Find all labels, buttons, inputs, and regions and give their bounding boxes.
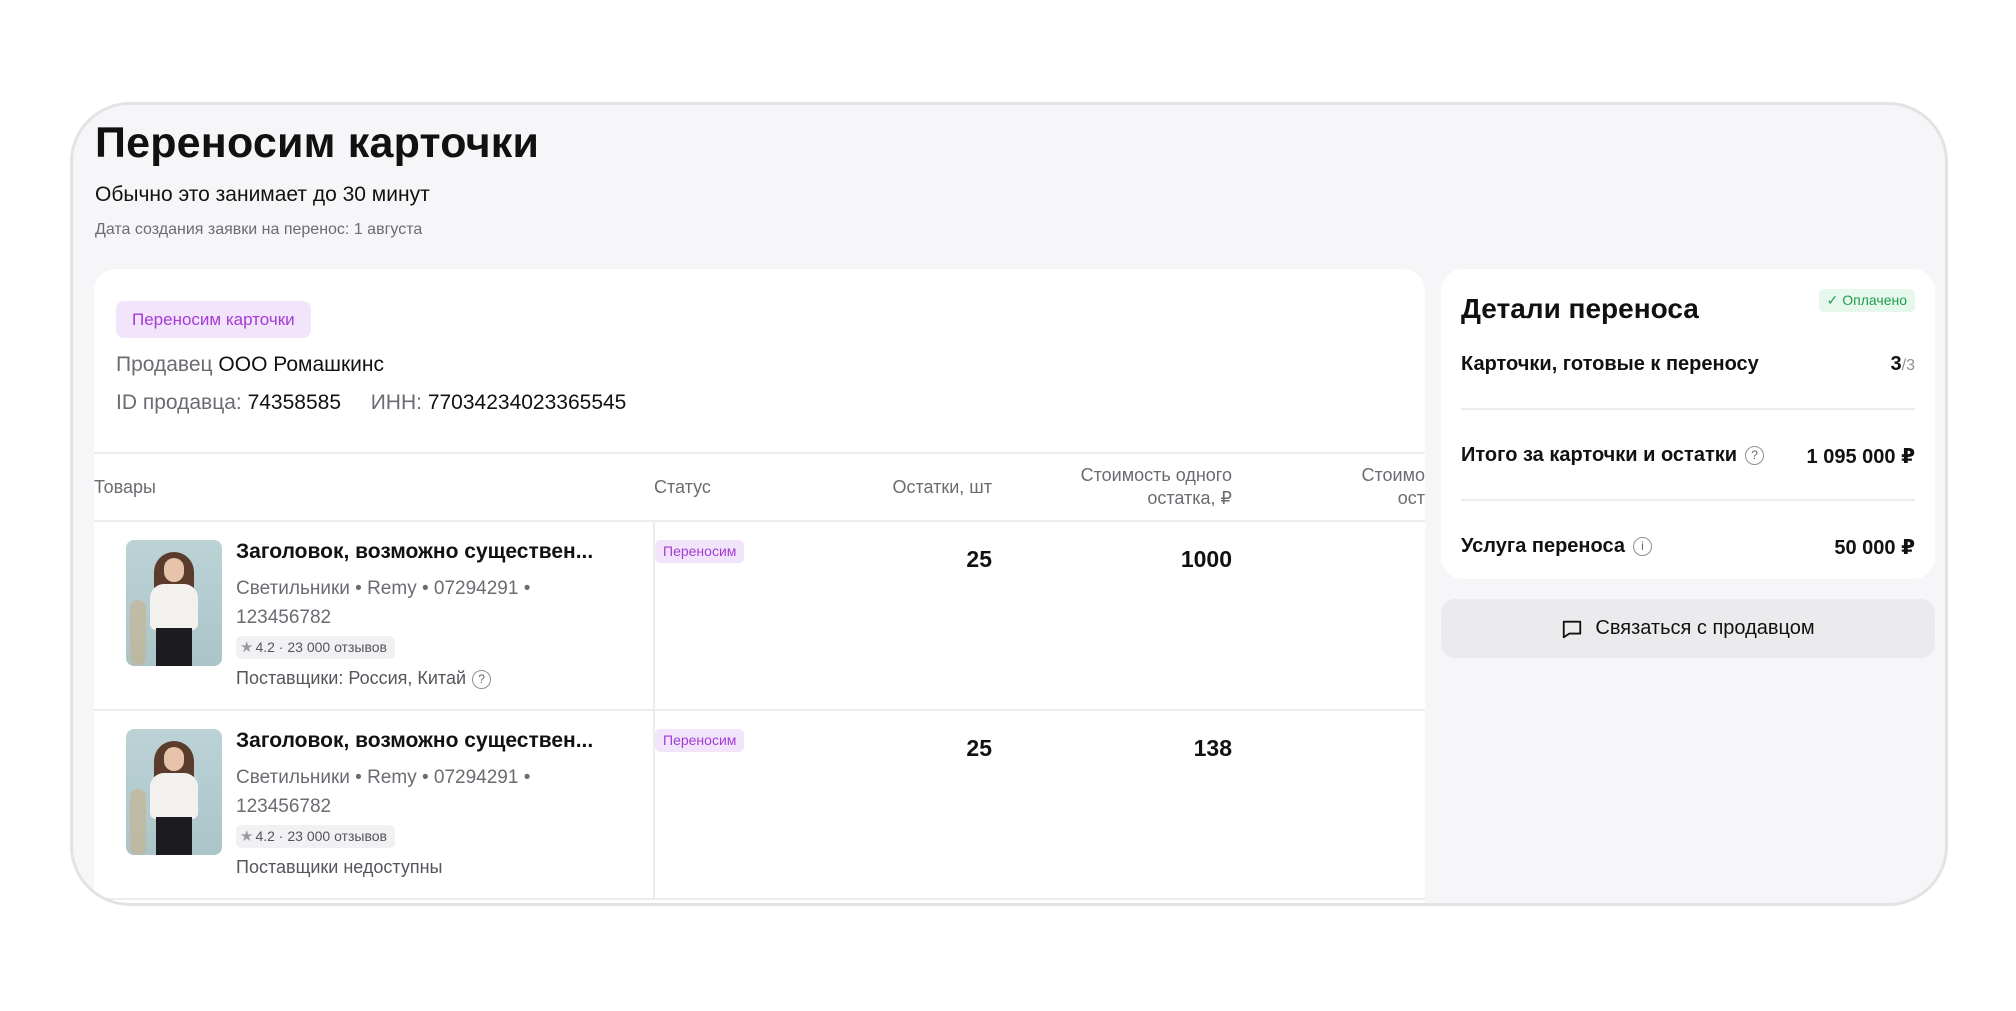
contact-seller-label: Связаться с продавцом <box>1595 617 1815 639</box>
unit-price-value: 1000 <box>1180 546 1232 572</box>
more-cell <box>1232 521 1425 711</box>
transfer-card: Переносим карточки Продавец ООО Ромашкин… <box>94 269 1425 903</box>
ready-cards-value: 3/3 <box>1891 353 1915 376</box>
total-row: Итого за карточки и остатки? 1 095 000 ₽ <box>1461 444 1915 468</box>
seller-id-label: ID продавца: <box>116 391 242 414</box>
contact-seller-button[interactable]: Связаться с продавцом <box>1441 599 1935 658</box>
product-article: 123456782 <box>236 796 332 817</box>
header-unit-price[interactable]: Стоимость одного остатка, ₽ <box>992 452 1232 522</box>
seller-label: Продавец <box>116 353 213 376</box>
header-more-line1: Стоимо <box>1361 465 1426 485</box>
suppliers-text: Поставщики недоступны <box>236 857 443 877</box>
product-title[interactable]: Заголовок, возможно существен... <box>236 729 593 753</box>
product-meta: Светильники • Remy • 07294291 • 12345678… <box>236 574 556 632</box>
divider <box>1461 408 1915 410</box>
status-cell: Переносим <box>654 710 820 900</box>
page-title: Переносим карточки <box>95 119 540 167</box>
details-title: Детали переноса <box>1461 293 1699 324</box>
stock-value: 25 <box>966 735 992 761</box>
product-article: 123456782 <box>236 607 332 628</box>
chat-icon <box>1563 620 1582 638</box>
seller-ids: ID продавца: 74358585 ИНН: 7703423402336… <box>116 391 626 415</box>
header-status[interactable]: Статус <box>654 452 820 522</box>
total-label: Итого за карточки и остатки <box>1461 444 1738 466</box>
seller-row: Продавец ООО Ромашкинс <box>116 353 384 377</box>
inn-label: ИНН: <box>370 391 422 414</box>
ready-total: /3 <box>1901 357 1915 374</box>
rating-badge: ★ 4.2 · 23 000 отзывов <box>236 825 395 848</box>
products-table: Товары Статус Остатки, шт Стоимость одно… <box>94 452 1425 900</box>
header-stock[interactable]: Остатки, шт <box>820 452 992 522</box>
transfer-details-card: Детали переноса ✓ Оплачено Карточки, гот… <box>1441 269 1935 579</box>
ready-count: 3 <box>1890 353 1902 375</box>
product-meta: Светильники • Remy • 07294291 • 12345678… <box>236 763 556 821</box>
transfer-status-tag: Переносим карточки <box>116 301 311 338</box>
header-unit-price-line1: Стоимость одного <box>1080 465 1232 485</box>
header-goods[interactable]: Товары <box>94 452 654 522</box>
product-image[interactable] <box>126 729 222 855</box>
product-title[interactable]: Заголовок, возможно существен... <box>236 540 593 564</box>
unit-price-cell: 138 <box>992 710 1232 900</box>
table-header-row: Товары Статус Остатки, шт Стоимость одно… <box>94 452 1426 522</box>
status-badge: Переносим <box>655 729 745 752</box>
service-label: Услуга переноса <box>1461 535 1625 557</box>
creation-date: Дата создания заявки на перенос: 1 авгус… <box>95 221 423 238</box>
ready-cards-label: Карточки, готовые к переносу <box>1461 353 1759 375</box>
divider <box>1461 499 1915 501</box>
ready-cards-row: Карточки, готовые к переносу 3/3 <box>1461 353 1915 376</box>
suppliers-info: Поставщики недоступны <box>236 857 443 878</box>
product-image[interactable] <box>126 540 222 666</box>
rating-text: 4.2 · 23 000 отзывов <box>255 639 387 655</box>
stock-cell: 25 <box>820 521 992 711</box>
seller-name: ООО Ромашкинс <box>218 353 384 376</box>
help-icon[interactable]: ? <box>472 670 492 689</box>
status-cell: Переносим <box>654 521 820 711</box>
header-more[interactable]: Стоимо ост <box>1232 452 1426 522</box>
unit-price-cell: 1000 <box>992 521 1232 711</box>
suppliers-info: Поставщики: Россия, Китай? <box>236 668 492 689</box>
inn-value: 77034234023365545 <box>427 391 627 414</box>
stock-cell: 25 <box>820 710 992 900</box>
rating-badge: ★ 4.2 · 23 000 отзывов <box>236 636 395 659</box>
unit-price-value: 138 <box>1193 735 1232 761</box>
suppliers-text: Поставщики: Россия, Китай <box>236 668 467 688</box>
star-icon: ★ <box>240 828 254 845</box>
table-row[interactable]: Заголовок, возможно существен... Светиль… <box>94 521 1425 711</box>
product-category-line: Светильники • Remy • 07294291 • <box>236 578 531 599</box>
product-cell: Заголовок, возможно существен... Светиль… <box>94 521 655 711</box>
service-row: Услуга переноса i 50 000 ₽ <box>1461 535 1915 559</box>
page-frame: Переносим карточки Обычно это занимает д… <box>70 102 1948 906</box>
status-badge: Переносим <box>655 540 745 563</box>
service-value: 50 000 ₽ <box>1834 537 1915 559</box>
rating-text: 4.2 · 23 000 отзывов <box>255 828 387 844</box>
stock-value: 25 <box>966 546 992 572</box>
info-icon[interactable]: i <box>1632 537 1652 556</box>
header-unit-price-line2: остатка, ₽ <box>1147 488 1232 508</box>
help-icon[interactable]: ? <box>1745 446 1765 465</box>
page-subtitle: Обычно это занимает до 30 минут <box>95 183 430 206</box>
product-cell: Заголовок, возможно существен... Светиль… <box>94 710 655 900</box>
star-icon: ★ <box>240 639 254 656</box>
paid-badge: ✓ Оплачено <box>1818 289 1915 312</box>
header-more-line2: ост <box>1397 488 1425 508</box>
product-category-line: Светильники • Remy • 07294291 • <box>236 767 531 788</box>
total-value: 1 095 000 ₽ <box>1806 446 1915 468</box>
seller-id-value: 74358585 <box>247 391 342 414</box>
more-cell <box>1232 710 1425 900</box>
table-row[interactable]: Заголовок, возможно существен... Светиль… <box>94 710 1425 900</box>
